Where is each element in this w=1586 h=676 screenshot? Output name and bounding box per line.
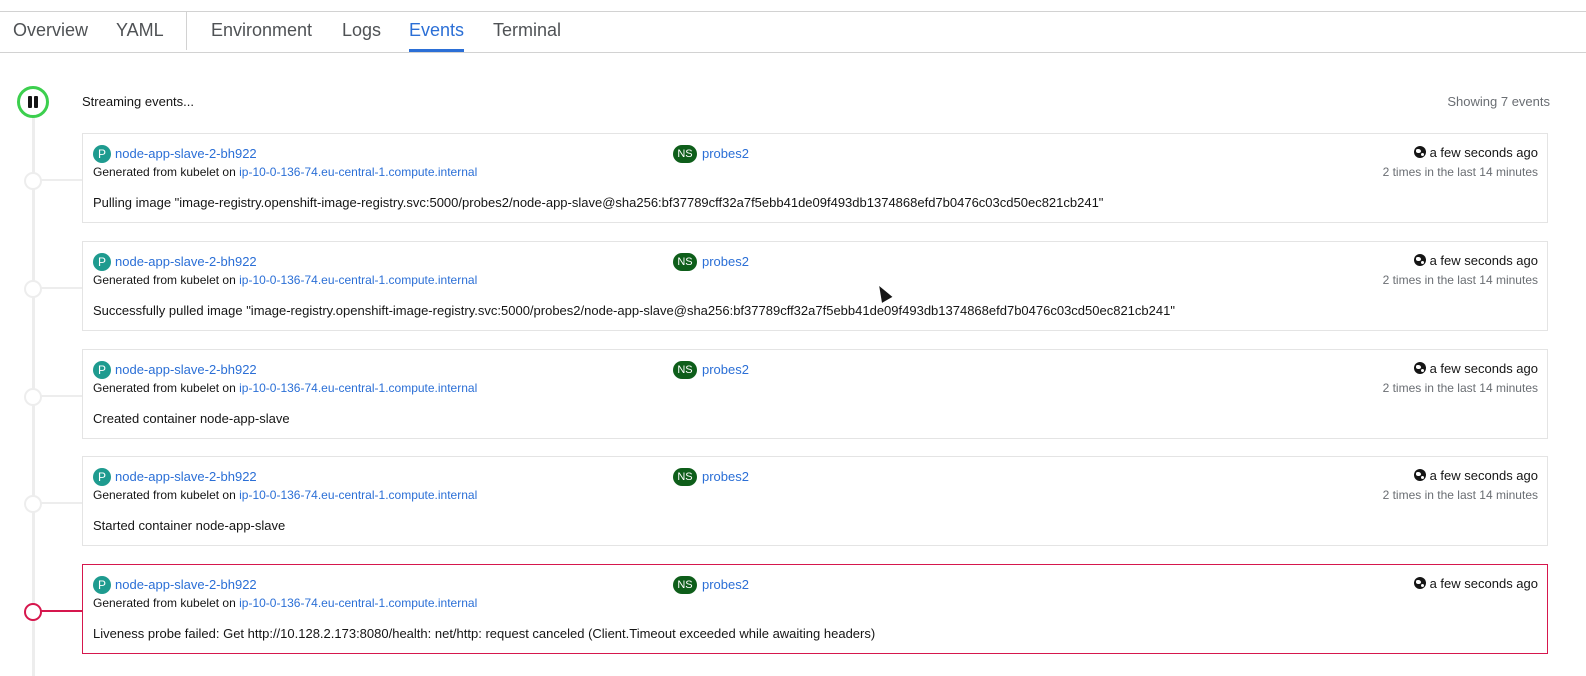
event-time-text: a few seconds ago [1429,468,1538,483]
event-time-text: a few seconds ago [1429,361,1538,376]
event-time-text: a few seconds ago [1429,145,1538,160]
event-time: a few seconds ago [1413,467,1538,485]
node-link[interactable]: ip-10-0-136-74.eu-central-1.compute.inte… [239,381,477,395]
event-message: Created container node-app-slave [93,411,290,426]
pod-link[interactable]: node-app-slave-2-bh922 [115,253,257,271]
pod-link[interactable]: node-app-slave-2-bh922 [115,576,257,594]
tab-group-divider [186,12,187,50]
node-link[interactable]: ip-10-0-136-74.eu-central-1.compute.inte… [239,165,477,179]
timeline-connector [40,395,82,397]
resource-tabs: Overview YAML Environment Logs Events Te… [0,12,1586,53]
globe-icon [1413,254,1426,266]
event-count-text: 2 times in the last 14 minutes [1382,381,1538,395]
pod-link[interactable]: node-app-slave-2-bh922 [115,145,257,163]
event-source: Generated from kubelet on ip-10-0-136-74… [93,381,477,395]
event-message: Started container node-app-slave [93,518,286,533]
event-time: a few seconds ago [1413,575,1538,593]
node-link[interactable]: ip-10-0-136-74.eu-central-1.compute.inte… [239,488,477,502]
event-time: a few seconds ago [1413,360,1538,378]
source-prefix: Generated from kubelet on [93,273,236,287]
node-link[interactable]: ip-10-0-136-74.eu-central-1.compute.inte… [239,273,477,287]
event-count-text: 2 times in the last 14 minutes [1382,165,1538,179]
tab-logs[interactable]: Logs [342,12,381,50]
event-message: Successfully pulled image "image-registr… [93,303,1175,318]
source-prefix: Generated from kubelet on [93,488,236,502]
event-card: P node-app-slave-2-bh922 NS probes2 Gene… [82,349,1548,439]
namespace-link[interactable]: probes2 [702,361,749,379]
globe-icon [1413,146,1426,158]
namespace-badge: NS [673,361,697,379]
event-count-text: 2 times in the last 14 minutes [1382,488,1538,502]
timeline-connector [40,610,82,612]
timeline-dot [24,388,42,406]
pod-badge: P [93,361,111,379]
event-count-text: 2 times in the last 14 minutes [1382,273,1538,287]
timeline-dot [24,172,42,190]
pod-link[interactable]: node-app-slave-2-bh922 [115,361,257,379]
event-time-text: a few seconds ago [1429,253,1538,268]
timeline-connector [40,502,82,504]
streaming-status: Streaming events... [82,94,194,109]
namespace-link[interactable]: probes2 [702,145,749,163]
tab-overview[interactable]: Overview [13,12,88,50]
event-source: Generated from kubelet on ip-10-0-136-74… [93,488,477,502]
event-source: Generated from kubelet on ip-10-0-136-74… [93,596,477,610]
timeline-dot [24,495,42,513]
timeline-dot [24,280,42,298]
pod-badge: P [93,576,111,594]
source-prefix: Generated from kubelet on [93,165,236,179]
pod-link[interactable]: node-app-slave-2-bh922 [115,468,257,486]
tab-environment[interactable]: Environment [211,12,312,50]
event-source: Generated from kubelet on ip-10-0-136-74… [93,273,477,287]
event-source: Generated from kubelet on ip-10-0-136-74… [93,165,477,179]
namespace-badge: NS [673,468,697,486]
timeline-dot [24,603,42,621]
namespace-link[interactable]: probes2 [702,468,749,486]
tab-terminal[interactable]: Terminal [493,12,561,50]
pod-badge: P [93,468,111,486]
event-time: a few seconds ago [1413,252,1538,270]
pod-badge: P [93,253,111,271]
globe-icon [1413,469,1426,481]
event-message: Pulling image "image-registry.openshift-… [93,195,1104,210]
event-time: a few seconds ago [1413,144,1538,162]
event-card: P node-app-slave-2-bh922 NS probes2 Gene… [82,456,1548,546]
globe-icon [1413,577,1426,589]
namespace-badge: NS [673,145,697,163]
tab-events[interactable]: Events [409,12,465,52]
namespace-link[interactable]: probes2 [702,576,749,594]
pod-badge: P [93,145,111,163]
namespace-badge: NS [673,253,697,271]
event-card: P node-app-slave-2-bh922 NS probes2 Gene… [82,133,1548,223]
pause-streaming-button[interactable] [17,86,49,118]
event-message: Liveness probe failed: Get http://10.128… [93,626,876,641]
timeline-connector [40,179,82,181]
source-prefix: Generated from kubelet on [93,381,236,395]
timeline-connector [40,287,82,289]
namespace-badge: NS [673,576,697,594]
node-link[interactable]: ip-10-0-136-74.eu-central-1.compute.inte… [239,596,477,610]
event-time-text: a few seconds ago [1429,576,1538,591]
event-card: P node-app-slave-2-bh922 NS probes2 Gene… [82,241,1548,331]
namespace-link[interactable]: probes2 [702,253,749,271]
event-count: Showing 7 events [1447,94,1550,109]
source-prefix: Generated from kubelet on [93,596,236,610]
globe-icon [1413,362,1426,374]
tab-yaml[interactable]: YAML [116,12,164,50]
event-card: P node-app-slave-2-bh922 NS probes2 Gene… [82,564,1548,654]
